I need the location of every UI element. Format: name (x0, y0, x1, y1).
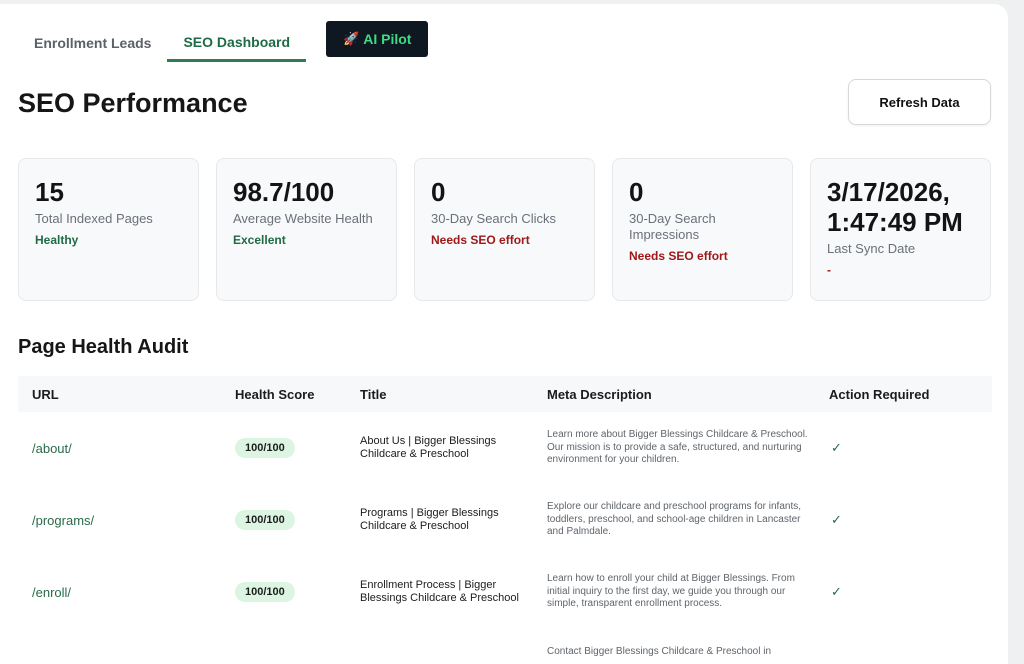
table-row: /about/ 100/100 About Us | Bigger Blessi… (18, 412, 992, 484)
stat-status: Healthy (35, 233, 79, 247)
table-row: /enroll/ 100/100 Enrollment Process | Bi… (18, 556, 992, 628)
stat-value: 15 (35, 177, 64, 207)
checkmark-icon: ✓ (831, 440, 842, 455)
stat-value: 3/17/2026, 1:47:49 PM (827, 177, 963, 237)
stat-label: 30-Day Search Impressions (629, 211, 716, 242)
stat-cards: 15 Total Indexed Pages Healthy 98.7/100 … (18, 158, 991, 301)
stat-card-website-health: 98.7/100 Average Website Health Excellen… (216, 158, 397, 301)
stat-card-search-impressions: 0 30-Day Search Impressions Needs SEO ef… (612, 158, 793, 301)
page-url-link[interactable]: /about/ (18, 441, 235, 456)
column-header-url: URL (32, 386, 59, 402)
page-title: SEO Performance (18, 88, 248, 118)
refresh-data-button[interactable]: Refresh Data (848, 79, 991, 125)
rocket-icon: 🚀 (343, 31, 360, 46)
stat-label: 30-Day Search Clicks (431, 211, 556, 226)
stat-label: Total Indexed Pages (35, 211, 153, 226)
checkmark-icon: ✓ (831, 512, 842, 527)
page-title-cell: About Us | Bigger Blessings Childcare & … (360, 435, 497, 460)
health-score-badge: 100/100 (235, 510, 295, 530)
stat-status: - (827, 263, 831, 277)
table-row: /programs/ 100/100 Programs | Bigger Ble… (18, 484, 992, 556)
meta-description-cell: Learn how to enroll your child at Bigger… (547, 573, 795, 610)
health-score-badge: 100/100 (235, 438, 295, 458)
tab-ai-pilot-label: AI Pilot (363, 31, 412, 47)
tab-bar: Enrollment Leads SEO Dashboard 🚀 AI Pilo… (18, 20, 429, 62)
meta-description-cell: Learn more about Bigger Blessings Childc… (547, 429, 808, 466)
meta-description-cell: Contact Bigger Blessings Childcare & Pre… (547, 646, 771, 657)
seo-dashboard-panel: Enrollment Leads SEO Dashboard 🚀 AI Pilo… (0, 4, 1008, 664)
stat-label: Average Website Health (233, 211, 373, 226)
page-health-table: URL Health Score Title Meta Description … (18, 376, 992, 664)
tab-seo-dashboard[interactable]: SEO Dashboard (167, 24, 307, 62)
section-title-page-health-audit: Page Health Audit (18, 336, 189, 358)
tab-enrollment-leads[interactable]: Enrollment Leads (18, 24, 167, 62)
stat-value: 0 (431, 177, 446, 207)
stat-status: Needs SEO effort (431, 233, 530, 247)
column-header-meta-description: Meta Description (547, 386, 652, 402)
page-title-cell: Programs | Bigger Blessings Childcare & … (360, 507, 499, 532)
tab-ai-pilot[interactable]: 🚀 AI Pilot (326, 21, 429, 57)
page-url-link[interactable]: /enroll/ (18, 585, 235, 600)
page-url-link[interactable]: /programs/ (18, 513, 235, 528)
stat-card-last-sync: 3/17/2026, 1:47:49 PM Last Sync Date - (810, 158, 991, 301)
stat-label: Last Sync Date (827, 241, 916, 256)
stat-status: Needs SEO effort (629, 249, 728, 263)
page-title-cell: Enrollment Process | Bigger Blessings Ch… (360, 579, 519, 604)
column-header-title: Title (360, 386, 387, 402)
column-header-action-required: Action Required (829, 386, 930, 402)
column-header-health-score: Health Score (235, 386, 315, 402)
stat-value: 0 (629, 177, 644, 207)
table-row: Contact Bigger Blessings Childcare & Pre… (18, 628, 992, 664)
stat-status: Excellent (233, 233, 286, 247)
stat-card-indexed-pages: 15 Total Indexed Pages Healthy (18, 158, 199, 301)
checkmark-icon: ✓ (831, 584, 842, 599)
health-score-badge: 100/100 (235, 582, 295, 602)
meta-description-cell: Explore our childcare and preschool prog… (547, 501, 802, 538)
stat-card-search-clicks: 0 30-Day Search Clicks Needs SEO effort (414, 158, 595, 301)
table-header: URL Health Score Title Meta Description … (18, 376, 992, 412)
stat-value: 98.7/100 (233, 177, 335, 207)
